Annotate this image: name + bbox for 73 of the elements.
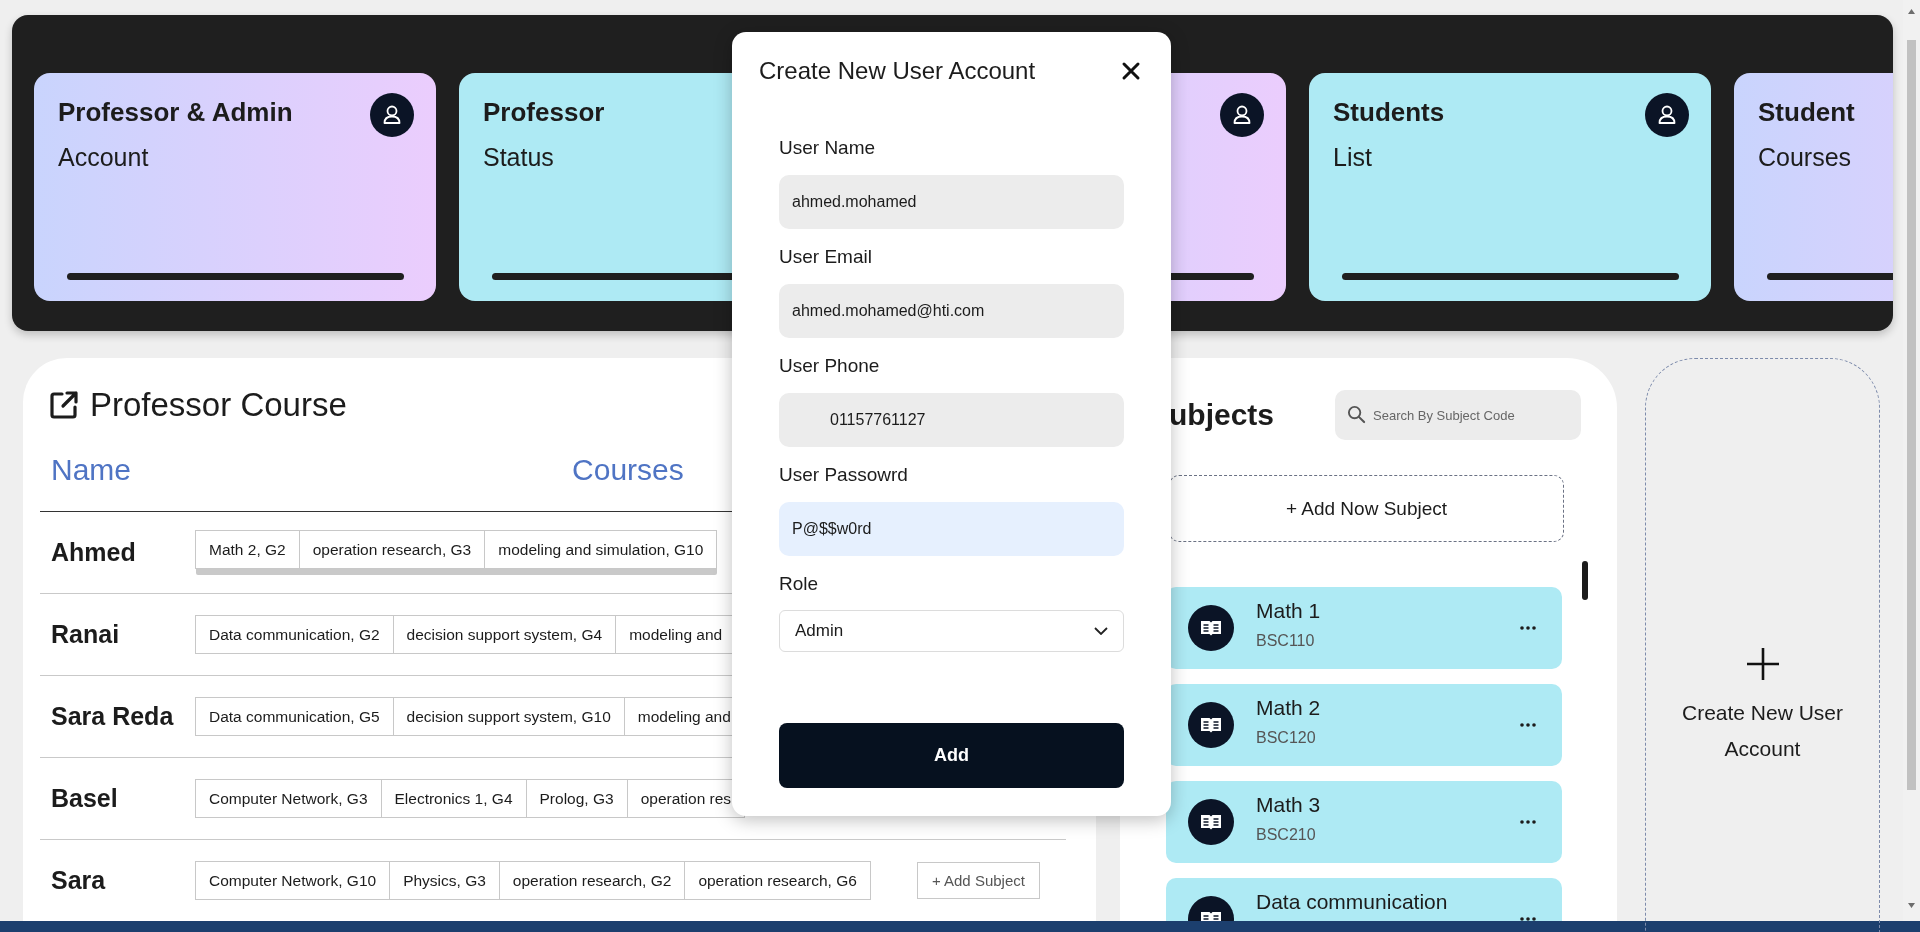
chevron-icon: [1094, 627, 1108, 635]
add-subject-button[interactable]: + Add Now Subject: [1169, 475, 1564, 542]
input-field[interactable]: P@$$w0rd: [779, 502, 1124, 556]
card-label: Create New User Account: [1680, 700, 1845, 762]
course-tag[interactable]: Electronics 1, G4: [380, 779, 527, 818]
search-field[interactable]: Search By Subject Code: [1335, 390, 1581, 440]
course-tag[interactable]: operation research, G3: [298, 530, 486, 569]
subject-name: Math 2: [1256, 696, 1322, 720]
column-header: Name: [51, 452, 132, 487]
plus-icon: [1745, 647, 1780, 681]
card-title: Students: [1333, 97, 1445, 128]
close-icon[interactable]: [1121, 61, 1141, 81]
subject-code: BSC110: [1256, 632, 1316, 650]
card-subtitle: Status: [483, 143, 554, 172]
user-icon: [1220, 93, 1264, 137]
card-title: Professor & Admin: [58, 97, 293, 128]
subject-name: Data communication: [1256, 890, 1449, 914]
input-field[interactable]: 01157761127: [779, 393, 1124, 447]
book-icon: [1188, 799, 1234, 845]
professor-name: Ranai: [51, 620, 121, 649]
subject-name: Math 3: [1256, 793, 1322, 817]
course-tag[interactable]: decision support system, G10: [392, 697, 625, 736]
card-title: Student: [1758, 97, 1855, 128]
course-tag[interactable]: modeling and simulation, G10: [484, 530, 718, 569]
external-link-icon: [48, 389, 80, 421]
more-icon[interactable]: [1520, 820, 1536, 824]
field-label: Role: [779, 572, 820, 596]
add-subject-button[interactable]: + Add Subject: [916, 862, 1040, 899]
professor-name: Ahmed: [51, 538, 137, 567]
card-subtitle: List: [1333, 143, 1372, 172]
scrollbar-thumb[interactable]: [1582, 561, 1588, 600]
field-label: User Phone: [779, 354, 881, 378]
course-tag[interactable]: operation research, G6: [684, 861, 871, 900]
course-tag[interactable]: Computer Network, G10: [195, 861, 391, 900]
professor-name: Basel: [51, 784, 119, 813]
user-icon: [1645, 93, 1689, 137]
panel-title: ubjects: [1169, 398, 1276, 432]
role-dropdown[interactable]: Admin: [779, 610, 1124, 652]
subject-card[interactable]: Data communication: [1166, 878, 1562, 921]
input-field[interactable]: ahmed.mohamed@hti.com: [779, 284, 1124, 338]
book-icon: [1188, 605, 1234, 651]
stat-card[interactable]: Student Courses: [1734, 73, 1893, 301]
subject-card[interactable]: Math 3 BSC210: [1166, 781, 1562, 863]
card-subtitle: Account: [58, 143, 149, 172]
panel-title: Professor Course: [90, 386, 347, 424]
subject-code: BSC120: [1256, 729, 1317, 747]
course-tag[interactable]: decision support system, G4: [392, 615, 617, 654]
more-icon[interactable]: [1520, 723, 1536, 727]
card-title: Professor: [483, 97, 605, 128]
user-icon: [370, 93, 414, 137]
course-tag[interactable]: Data communication, G5: [195, 697, 394, 736]
input-field[interactable]: ahmed.mohamed: [779, 175, 1124, 229]
field-label: User Passowrd: [779, 463, 909, 487]
book-icon: [1188, 702, 1234, 748]
stat-card[interactable]: Professor & Admin Account: [34, 73, 436, 301]
course-tag[interactable]: Math 2, G2: [195, 530, 300, 569]
scrollbar[interactable]: [196, 569, 718, 575]
more-icon[interactable]: [1520, 626, 1536, 630]
course-tag[interactable]: Computer Network, G3: [195, 779, 382, 818]
professor-name: Sara Reda: [51, 702, 175, 731]
course-tag[interactable]: Prolog, G3: [525, 779, 628, 818]
subject-name: Math 1: [1256, 599, 1322, 623]
course-tag[interactable]: Data communication, G2: [195, 615, 394, 654]
course-tag[interactable]: Physics, G3: [389, 861, 500, 900]
subject-code: BSC210: [1256, 826, 1317, 844]
add-button[interactable]: Add: [779, 723, 1124, 788]
professor-name: Sara: [51, 866, 107, 895]
stat-card[interactable]: Students List: [1309, 73, 1711, 301]
more-icon[interactable]: [1520, 917, 1536, 921]
column-header: Courses: [572, 452, 684, 487]
course-tag[interactable]: operation research, G2: [498, 861, 686, 900]
card-subtitle: Courses: [1758, 143, 1852, 172]
search-icon: [1347, 405, 1366, 424]
